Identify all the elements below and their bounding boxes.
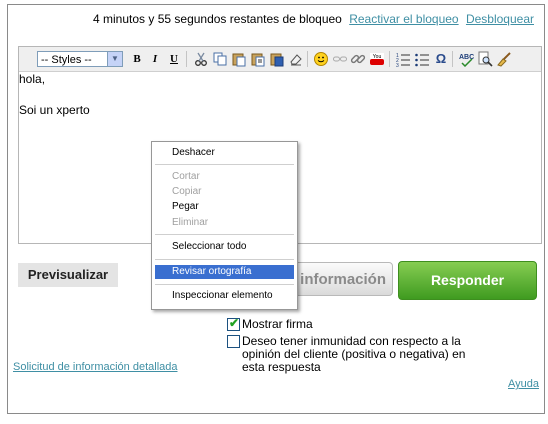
- reactivate-lock-link[interactable]: Reactivar el bloqueo: [349, 12, 458, 26]
- paste-icon[interactable]: [231, 51, 247, 67]
- editor-toolbar: -- Styles -- ▼ B I U You 1 2 3 Ω ABC: [19, 47, 541, 72]
- immunity-label-line: esta respuesta: [242, 360, 321, 374]
- spellcheck-icon[interactable]: ABC: [458, 51, 474, 67]
- show-signature-checkbox[interactable]: ✔: [227, 316, 240, 331]
- chevron-down-icon: ▼: [107, 52, 122, 66]
- menu-item-spellcheck[interactable]: Revisar ortografía: [155, 265, 294, 279]
- request-info-button[interactable]: información: [285, 262, 393, 296]
- menu-separator: [155, 284, 294, 285]
- menu-separator: [155, 234, 294, 235]
- content-line: Soi un xperto: [19, 103, 90, 117]
- numbered-list-icon[interactable]: 123: [395, 51, 411, 67]
- checkmark-icon: ✔: [229, 316, 240, 330]
- svg-text:You: You: [373, 54, 382, 60]
- styles-dropdown-value: -- Styles --: [41, 54, 92, 66]
- context-menu: Deshacer Cortar Copiar Pegar Eliminar Se…: [151, 141, 298, 310]
- immunity-checkbox[interactable]: [227, 335, 240, 348]
- styles-dropdown[interactable]: -- Styles -- ▼: [37, 51, 123, 67]
- clean-up-brush-icon[interactable]: [496, 51, 512, 67]
- menu-item-paste[interactable]: Pegar: [155, 200, 294, 214]
- toolbar-divider: [186, 51, 187, 67]
- toolbar-divider: [389, 51, 390, 67]
- find-icon[interactable]: [477, 51, 493, 67]
- reply-button[interactable]: Responder: [398, 261, 537, 300]
- smiley-icon[interactable]: [313, 51, 329, 67]
- menu-item-inspect-element[interactable]: Inspeccionar elemento: [155, 289, 294, 303]
- italic-button[interactable]: I: [147, 51, 163, 67]
- menu-item-select-all[interactable]: Seleccionar todo: [155, 240, 294, 254]
- bullet-list-icon[interactable]: [414, 51, 430, 67]
- omega-icon[interactable]: Ω: [433, 51, 449, 67]
- underline-button[interactable]: U: [166, 51, 182, 67]
- unlock-link[interactable]: Desbloquear: [466, 12, 534, 26]
- cut-icon[interactable]: [193, 51, 209, 67]
- svg-text:3: 3: [396, 63, 399, 67]
- preview-button[interactable]: Previsualizar: [18, 263, 118, 287]
- lock-status-bar: 4 minutos y 55 segundos restantes de blo…: [93, 12, 534, 26]
- eraser-icon[interactable]: [288, 51, 304, 67]
- detailed-info-request-link[interactable]: Solicitud de información detallada: [13, 361, 178, 373]
- unlink-icon[interactable]: [332, 51, 348, 67]
- menu-separator: [155, 164, 294, 165]
- menu-item-undo[interactable]: Deshacer: [155, 146, 294, 160]
- lock-status-text: 4 minutos y 55 segundos restantes de blo…: [93, 12, 342, 26]
- help-link[interactable]: Ayuda: [508, 378, 539, 390]
- youtube-icon[interactable]: You: [369, 51, 385, 67]
- paste-as-text-icon[interactable]: [250, 51, 266, 67]
- link-icon[interactable]: [350, 51, 366, 67]
- toolbar-divider: [307, 51, 308, 67]
- show-signature-label: Mostrar firma: [242, 317, 313, 331]
- menu-separator: [155, 259, 294, 260]
- menu-item-cut[interactable]: Cortar: [155, 170, 294, 184]
- menu-item-copy[interactable]: Copiar: [155, 185, 294, 199]
- bold-button[interactable]: B: [129, 51, 145, 67]
- paste-from-word-icon[interactable]: [269, 51, 285, 67]
- menu-item-delete[interactable]: Eliminar: [155, 216, 294, 230]
- copy-icon[interactable]: [212, 51, 228, 67]
- toolbar-divider: [452, 51, 453, 67]
- content-line: hola,: [19, 72, 46, 86]
